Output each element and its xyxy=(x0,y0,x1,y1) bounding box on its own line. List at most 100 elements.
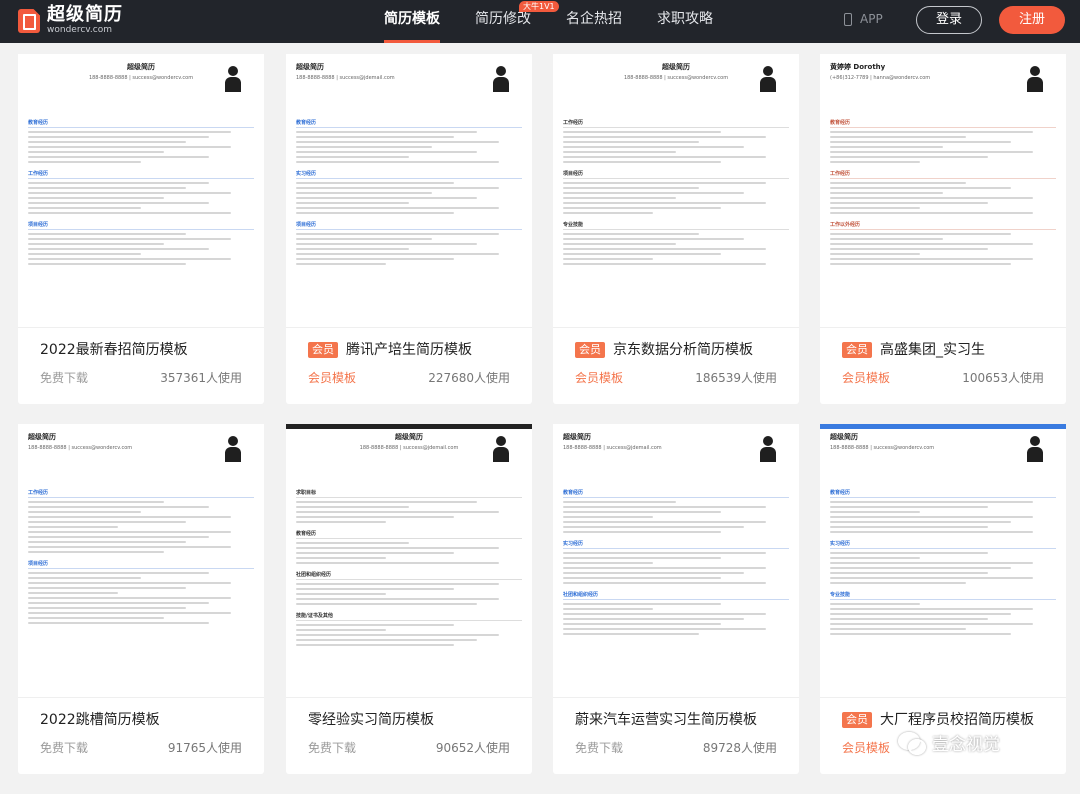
mini-resume-section-title: 教育经历 xyxy=(296,119,522,128)
mini-resume-text-line xyxy=(296,603,477,605)
template-type[interactable]: 会员模板 xyxy=(842,739,890,756)
template-usage-count: 91765人使用 xyxy=(167,741,242,755)
mini-resume-text-line xyxy=(296,207,500,209)
template-type[interactable]: 免费下载 xyxy=(575,739,623,756)
mini-resume-text-line xyxy=(830,531,1034,533)
template-title[interactable]: 蔚来汽车运营实习生简历模板 xyxy=(575,709,757,729)
member-tag: 会员 xyxy=(842,342,872,358)
mini-resume-text-line xyxy=(563,562,654,564)
template-card[interactable]: 超级简历 188-8888-8888 | success@jdemail.com 求… xyxy=(286,424,532,774)
template-title[interactable]: 会员 大厂程序员校招简历模板 xyxy=(842,709,1034,729)
template-card[interactable]: 超级简历 188-8888-8888 | success@wondercv.com… xyxy=(18,54,264,404)
nav-item-job-guide[interactable]: 求职攻略 xyxy=(657,0,713,43)
mini-resume-text-line xyxy=(830,572,989,574)
mini-resume-text-line xyxy=(28,546,232,548)
template-type[interactable]: 会员模板 xyxy=(842,369,890,386)
template-card[interactable]: 超级简历 188-8888-8888 | success@jdemail.com 教… xyxy=(553,424,799,774)
mini-resume-text-line xyxy=(830,146,943,148)
resume-thumbnail[interactable]: 超级简历 188-8888-8888 | success@wondercv.com… xyxy=(553,54,799,328)
mini-resume-text-line xyxy=(28,506,209,508)
template-card[interactable]: 超级简历 188-8888-8888 | success@wondercv.com… xyxy=(553,54,799,404)
mini-resume-contact: 188-8888-8888 | success@jdemail.com xyxy=(296,75,395,81)
brand-logo[interactable]: 超级简历 wondercv.com xyxy=(18,5,123,36)
mini-resume-section-title: 求职目标 xyxy=(296,489,522,498)
top-navbar: 超级简历 wondercv.com 简历模板 简历修改 大牛1V1 名企热招 求… xyxy=(0,0,1080,43)
mini-resume-text-line xyxy=(563,613,767,615)
mini-resume-text-line xyxy=(296,253,500,255)
template-card[interactable]: 超级简历 188-8888-8888 | success@jdemail.com 教… xyxy=(286,54,532,404)
mini-resume-text-line xyxy=(28,192,232,194)
template-type[interactable]: 免费下载 xyxy=(308,739,356,756)
resume-thumbnail[interactable]: 超级简历 188-8888-8888 | success@jdemail.com 教… xyxy=(553,424,799,698)
register-button[interactable]: 注册 xyxy=(999,6,1065,34)
mini-resume-text-line xyxy=(28,516,232,518)
mini-resume-text-line xyxy=(830,516,1034,518)
mini-resume-text-line xyxy=(28,541,187,543)
nav-item-templates[interactable]: 简历模板 xyxy=(384,0,440,43)
resume-thumbnail[interactable]: 超级简历 188-8888-8888 | success@jdemail.com 教… xyxy=(286,54,532,328)
resume-thumbnail[interactable]: 超级简历 188-8888-8888 | success@wondercv.com… xyxy=(820,424,1066,698)
mini-resume-text-line xyxy=(28,521,187,523)
mini-resume-text-line xyxy=(830,202,989,204)
template-card[interactable]: 超级简历 188-8888-8888 | success@wondercv.com… xyxy=(18,424,264,774)
mini-resume-section-title: 社团和组织经历 xyxy=(563,591,789,600)
nav-item-resume-edit[interactable]: 简历修改 大牛1V1 xyxy=(475,0,559,43)
template-card[interactable]: 黄婷婷 Dorothy (+86)312-7789 | hanna@wonderc… xyxy=(820,54,1066,404)
template-title[interactable]: 会员 京东数据分析简历模板 xyxy=(575,339,753,359)
mini-resume-text-line xyxy=(830,253,921,255)
mini-resume-text-line xyxy=(28,243,164,245)
mini-resume-text-line xyxy=(296,552,455,554)
template-title[interactable]: 零经验实习简历模板 xyxy=(308,709,434,729)
mini-resume: 超级简历 188-8888-8888 | success@wondercv.com… xyxy=(28,432,254,697)
mini-resume-text-line xyxy=(563,238,744,240)
mini-resume-text-line xyxy=(28,582,232,584)
template-title[interactable]: 2022最新春招简历模板 xyxy=(40,339,188,359)
mini-resume-text-line xyxy=(28,536,209,538)
template-card[interactable]: 超级简历 188-8888-8888 | success@wondercv.com… xyxy=(820,424,1066,774)
resume-thumbnail[interactable]: 超级简历 188-8888-8888 | success@wondercv.com… xyxy=(18,424,264,698)
template-title-text: 京东数据分析简历模板 xyxy=(613,342,753,358)
avatar xyxy=(757,434,779,462)
resume-thumbnail[interactable]: 超级简历 188-8888-8888 | success@jdemail.com 求… xyxy=(286,424,532,698)
mini-resume-text-line xyxy=(563,567,767,569)
mini-resume-text-line xyxy=(830,613,1011,615)
template-type[interactable]: 免费下载 xyxy=(40,739,88,756)
template-title[interactable]: 会员 高盛集团_实习生 xyxy=(842,339,985,359)
template-type[interactable]: 会员模板 xyxy=(308,369,356,386)
template-title-text: 腾讯产培生简历模板 xyxy=(346,342,472,358)
mini-resume-text-line xyxy=(563,628,767,630)
mini-resume-text-line xyxy=(830,182,966,184)
login-button[interactable]: 登录 xyxy=(916,6,982,34)
mini-resume-section-title: 项目经历 xyxy=(28,560,254,569)
template-type[interactable]: 会员模板 xyxy=(575,369,623,386)
app-download-link[interactable]: APP xyxy=(844,12,883,26)
mini-resume-text-line xyxy=(296,521,387,523)
mini-resume-text-line xyxy=(28,577,141,579)
mini-resume-text-line xyxy=(296,238,432,240)
mini-resume-contact: 188-8888-8888 | success@jdemail.com xyxy=(359,445,459,451)
mini-resume: 超级简历 188-8888-8888 | success@wondercv.com… xyxy=(28,62,254,327)
template-type[interactable]: 免费下载 xyxy=(40,369,88,386)
mini-resume-text-line xyxy=(830,628,966,630)
template-title[interactable]: 2022跳槽简历模板 xyxy=(40,709,160,729)
member-tag: 会员 xyxy=(308,342,338,358)
mini-resume-text-line xyxy=(296,156,409,158)
mini-resume-section-title: 专业技能 xyxy=(830,591,1056,600)
template-usage-count: 100653人使用 xyxy=(962,371,1044,385)
mini-resume-text-line xyxy=(296,516,455,518)
mini-resume-text-line xyxy=(830,618,989,620)
mini-resume-text-line xyxy=(830,151,1034,153)
mini-resume-text-line xyxy=(830,263,1011,265)
mini-resume-text-line xyxy=(563,521,767,523)
template-title-text: 零经验实习简历模板 xyxy=(308,712,434,728)
template-title-text: 大厂程序员校招简历模板 xyxy=(880,712,1034,728)
resume-thumbnail[interactable]: 黄婷婷 Dorothy (+86)312-7789 | hanna@wonderc… xyxy=(820,54,1066,328)
mini-resume-text-line xyxy=(28,131,232,133)
template-title[interactable]: 会员 腾讯产培生简历模板 xyxy=(308,339,472,359)
mini-resume-section-title: 教育经历 xyxy=(563,489,789,498)
mini-resume-text-line xyxy=(296,634,500,636)
resume-thumbnail[interactable]: 超级简历 188-8888-8888 | success@wondercv.com… xyxy=(18,54,264,328)
mini-resume-header: 超级简历 188-8888-8888 | success@wondercv.com xyxy=(28,432,254,482)
nav-item-hot-jobs[interactable]: 名企热招 xyxy=(566,0,622,43)
mini-resume-text-line xyxy=(296,263,387,265)
